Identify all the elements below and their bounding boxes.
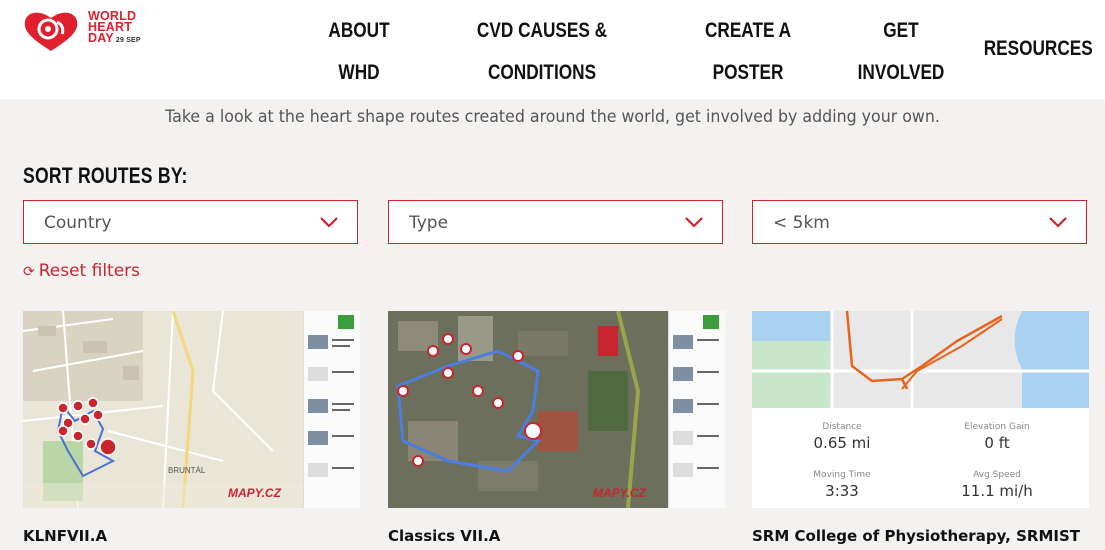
world-heart-day-logo[interactable]: WORLD HEART DAY 29 SEP (22, 9, 162, 53)
nav-about-whd[interactable]: ABOUT WHD (325, 10, 392, 94)
mapy-brand-logo: MAPY.CZ (228, 486, 281, 500)
mapy-brand-logo: MAPY.CZ (593, 486, 646, 500)
map-sidebar-row (673, 427, 721, 457)
type-filter-select[interactable]: Type (388, 200, 723, 244)
map-sidebar-panel (668, 311, 725, 508)
route-card-stats-3[interactable]: Distance 0.65 mi Elevation Gain 0 ft Mov… (752, 311, 1089, 508)
map-badge-icon (703, 315, 719, 329)
country-filter-value: Country (44, 213, 112, 233)
stat-elevation-gain: Elevation Gain 0 ft (964, 422, 1030, 452)
map-badge-icon (338, 315, 354, 329)
route-map-image (752, 311, 1089, 408)
reset-filters-link[interactable]: ⟳ Reset filters (23, 261, 140, 281)
map-sidebar-row (673, 459, 721, 489)
route-stats-panel: Distance 0.65 mi Elevation Gain 0 ft Mov… (752, 408, 1089, 508)
country-filter-select[interactable]: Country (23, 200, 358, 244)
nav-resources[interactable]: RESOURCES (984, 28, 1093, 70)
logo-wordmark: WORLD HEART DAY 29 SEP (88, 9, 141, 45)
route-card-map-2[interactable]: MAPY.CZ (388, 311, 725, 508)
chevron-down-icon (1049, 217, 1067, 228)
map-place-label: BRUNTÁL (168, 466, 206, 475)
type-filter-value: Type (409, 213, 449, 233)
map-sidebar-row (673, 331, 721, 361)
distance-filter-select[interactable]: < 5km (752, 200, 1087, 244)
map-sidebar-row (673, 395, 721, 425)
chevron-down-icon (685, 217, 703, 228)
map-sidebar-row (673, 363, 721, 393)
map-sidebar-panel (303, 311, 360, 508)
map-sidebar-row (308, 363, 356, 393)
nav-cvd-causes-conditions[interactable]: CVD CAUSES & CONDITIONS (476, 10, 607, 94)
stat-distance: Distance 0.65 mi (813, 422, 871, 452)
routes-section: Take a look at the heart shape routes cr… (0, 99, 1105, 550)
nav-create-a-poster[interactable]: CREATE A POSTER (700, 10, 795, 94)
distance-filter-value: < 5km (773, 213, 830, 233)
nav-get-involved[interactable]: GET INVOLVED (858, 10, 945, 94)
stat-moving-time: Moving Time 3:33 (813, 470, 871, 500)
route-card-title[interactable]: KLNFVII.A (23, 527, 107, 545)
sort-routes-heading: SORT ROUTES BY: (23, 163, 188, 188)
map-sidebar-row (308, 427, 356, 457)
route-card-map-1[interactable]: BRUNTÁL MAPY.CZ (23, 311, 360, 508)
route-card-title[interactable]: Classics VII.A (388, 527, 500, 545)
site-header: WORLD HEART DAY 29 SEP ABOUT WHD CVD CAUSE… (0, 0, 1105, 99)
stat-avg-speed: Avg Speed 11.1 mi/h (961, 470, 1033, 500)
route-card-title[interactable]: SRM College of Physiotherapy, SRMIST (752, 527, 1080, 545)
map-sidebar-row (308, 331, 356, 361)
map-sidebar-row (308, 395, 356, 425)
heart-logo-icon (24, 12, 78, 52)
map-sidebar-row (308, 459, 356, 489)
chevron-down-icon (320, 217, 338, 228)
intro-text: Take a look at the heart shape routes cr… (165, 107, 940, 127)
refresh-icon: ⟳ (23, 264, 35, 280)
